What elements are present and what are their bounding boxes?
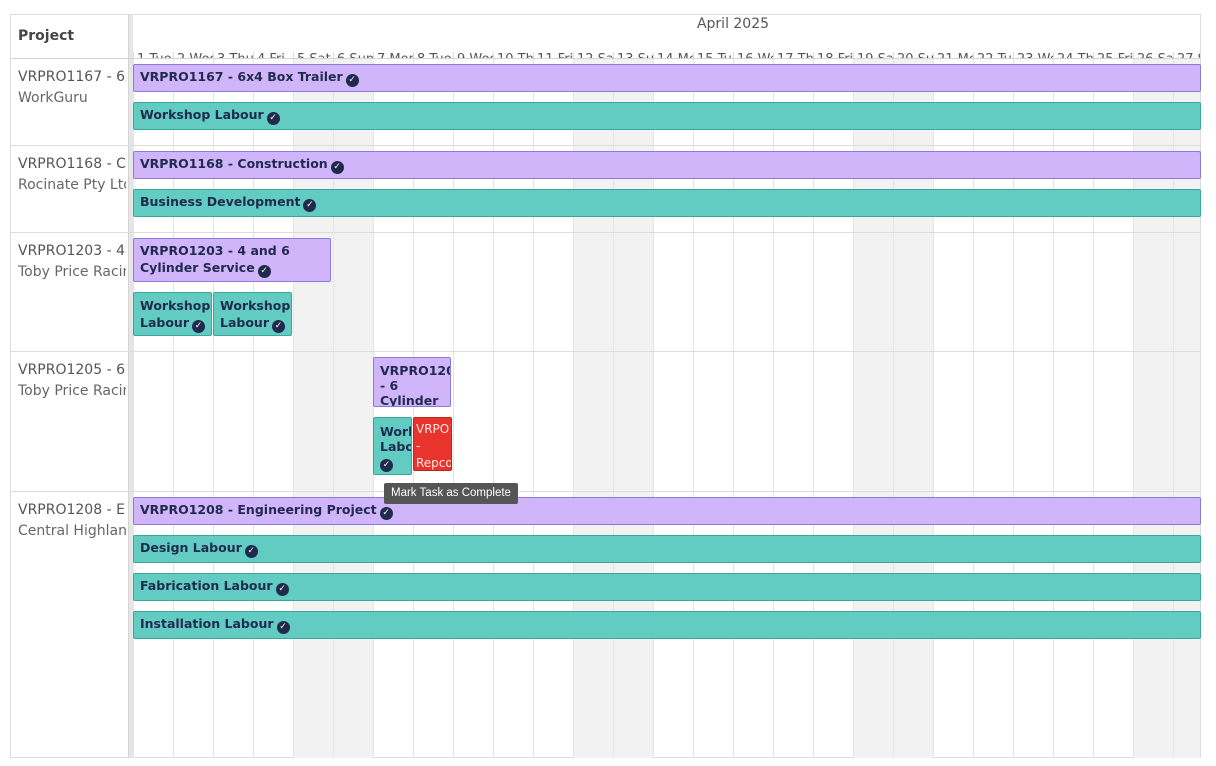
check-circle-icon[interactable]: ✓ <box>257 265 271 278</box>
bar-label: Business Development <box>140 194 301 209</box>
purchase-order-bar[interactable]: VRPO1315 - Repco <box>413 417 452 471</box>
header-divider <box>10 58 1201 59</box>
bar-label: VRPRO1205 - 6 Cylinder Logbook <box>380 363 450 407</box>
bar-label: Design Labour <box>140 540 242 555</box>
check-circle-icon[interactable]: ✓ <box>380 459 393 472</box>
check-circle-icon[interactable]: ✓ <box>272 320 285 333</box>
tooltip: Mark Task as Complete <box>384 483 518 504</box>
bar-label: Workshop Labour <box>140 107 264 122</box>
project-bar[interactable]: VRPRO1205 - 6 Cylinder Logbook <box>373 357 451 407</box>
project-client: Rocinate Pty Ltd <box>18 177 126 193</box>
project-client: WorkGuru <box>18 90 88 106</box>
project-name[interactable]: VRPRO1168 - Construction <box>18 156 126 172</box>
bar-label: Workshop Labour <box>380 424 411 454</box>
task-bar[interactable]: Workshop Labour ✓ <box>373 417 412 475</box>
check-circle-icon[interactable]: ✓ <box>330 161 344 174</box>
project-bar[interactable]: VRPRO1168 - Construction ✓ <box>133 151 1201 179</box>
check-circle-icon[interactable]: ✓ <box>379 507 393 520</box>
project-name[interactable]: VRPRO1205 - 6 Cylinder Logbook <box>18 362 126 378</box>
row-divider <box>10 491 1201 492</box>
project-bar[interactable]: VRPRO1208 - Engineering Project ✓ <box>133 497 1201 525</box>
check-circle-icon[interactable]: ✓ <box>266 112 280 125</box>
task-bar[interactable]: Installation Labour ✓ <box>133 611 1201 639</box>
row-divider <box>10 232 1201 233</box>
bar-label: VRPRO1208 - Engineering Project <box>140 502 377 517</box>
task-bar[interactable]: Business Development ✓ <box>133 189 1201 217</box>
check-circle-icon[interactable]: ✓ <box>244 545 258 558</box>
project-name[interactable]: VRPRO1167 - 6x4 Box Trailer <box>18 69 126 85</box>
timeline-header: April 2025 1 Tue2 Wed3 Thu4 Fri5 Sat6 Su… <box>133 14 1200 58</box>
project-bar[interactable]: VRPRO1167 - 6x4 Box Trailer ✓ <box>133 64 1201 92</box>
bar-label: VRPRO1168 - Construction <box>140 156 328 171</box>
check-circle-icon[interactable]: ✓ <box>192 320 205 333</box>
task-bar[interactable]: Workshop Labour✓ <box>133 292 212 336</box>
task-bar[interactable]: Fabrication Labour ✓ <box>133 573 1201 601</box>
row-divider <box>10 351 1201 352</box>
project-client: Central Highlands <box>18 523 126 539</box>
task-bar[interactable]: Workshop Labour✓ <box>213 292 292 336</box>
project-name[interactable]: VRPRO1208 - Engineering Project <box>18 502 126 518</box>
task-bar[interactable]: Design Labour ✓ <box>133 535 1201 563</box>
check-circle-icon[interactable]: ✓ <box>345 74 359 87</box>
row-divider <box>10 145 1201 146</box>
bar-label: VRPRO1167 - 6x4 Box Trailer <box>140 69 343 84</box>
project-bar[interactable]: VRPRO1203 - 4 and 6 Cylinder Service ✓ <box>133 238 331 282</box>
bar-label: Fabrication Labour <box>140 578 273 593</box>
bar-label: Installation Labour <box>140 616 274 631</box>
check-circle-icon[interactable]: ✓ <box>276 621 290 634</box>
project-client: Toby Price Racing <box>18 264 126 280</box>
check-circle-icon[interactable]: ✓ <box>275 583 289 596</box>
month-label: April 2025 <box>696 16 770 32</box>
task-bar[interactable]: Workshop Labour✓ <box>133 102 1201 130</box>
project-client: Toby Price Racing <box>18 383 126 399</box>
project-name[interactable]: VRPRO1203 - 4 and 6 Cylinder Service <box>18 243 126 259</box>
check-circle-icon[interactable]: ✓ <box>303 199 317 212</box>
bar-label: VRPO1315 - Repco <box>416 422 452 470</box>
project-column-header[interactable]: Project <box>18 28 74 44</box>
